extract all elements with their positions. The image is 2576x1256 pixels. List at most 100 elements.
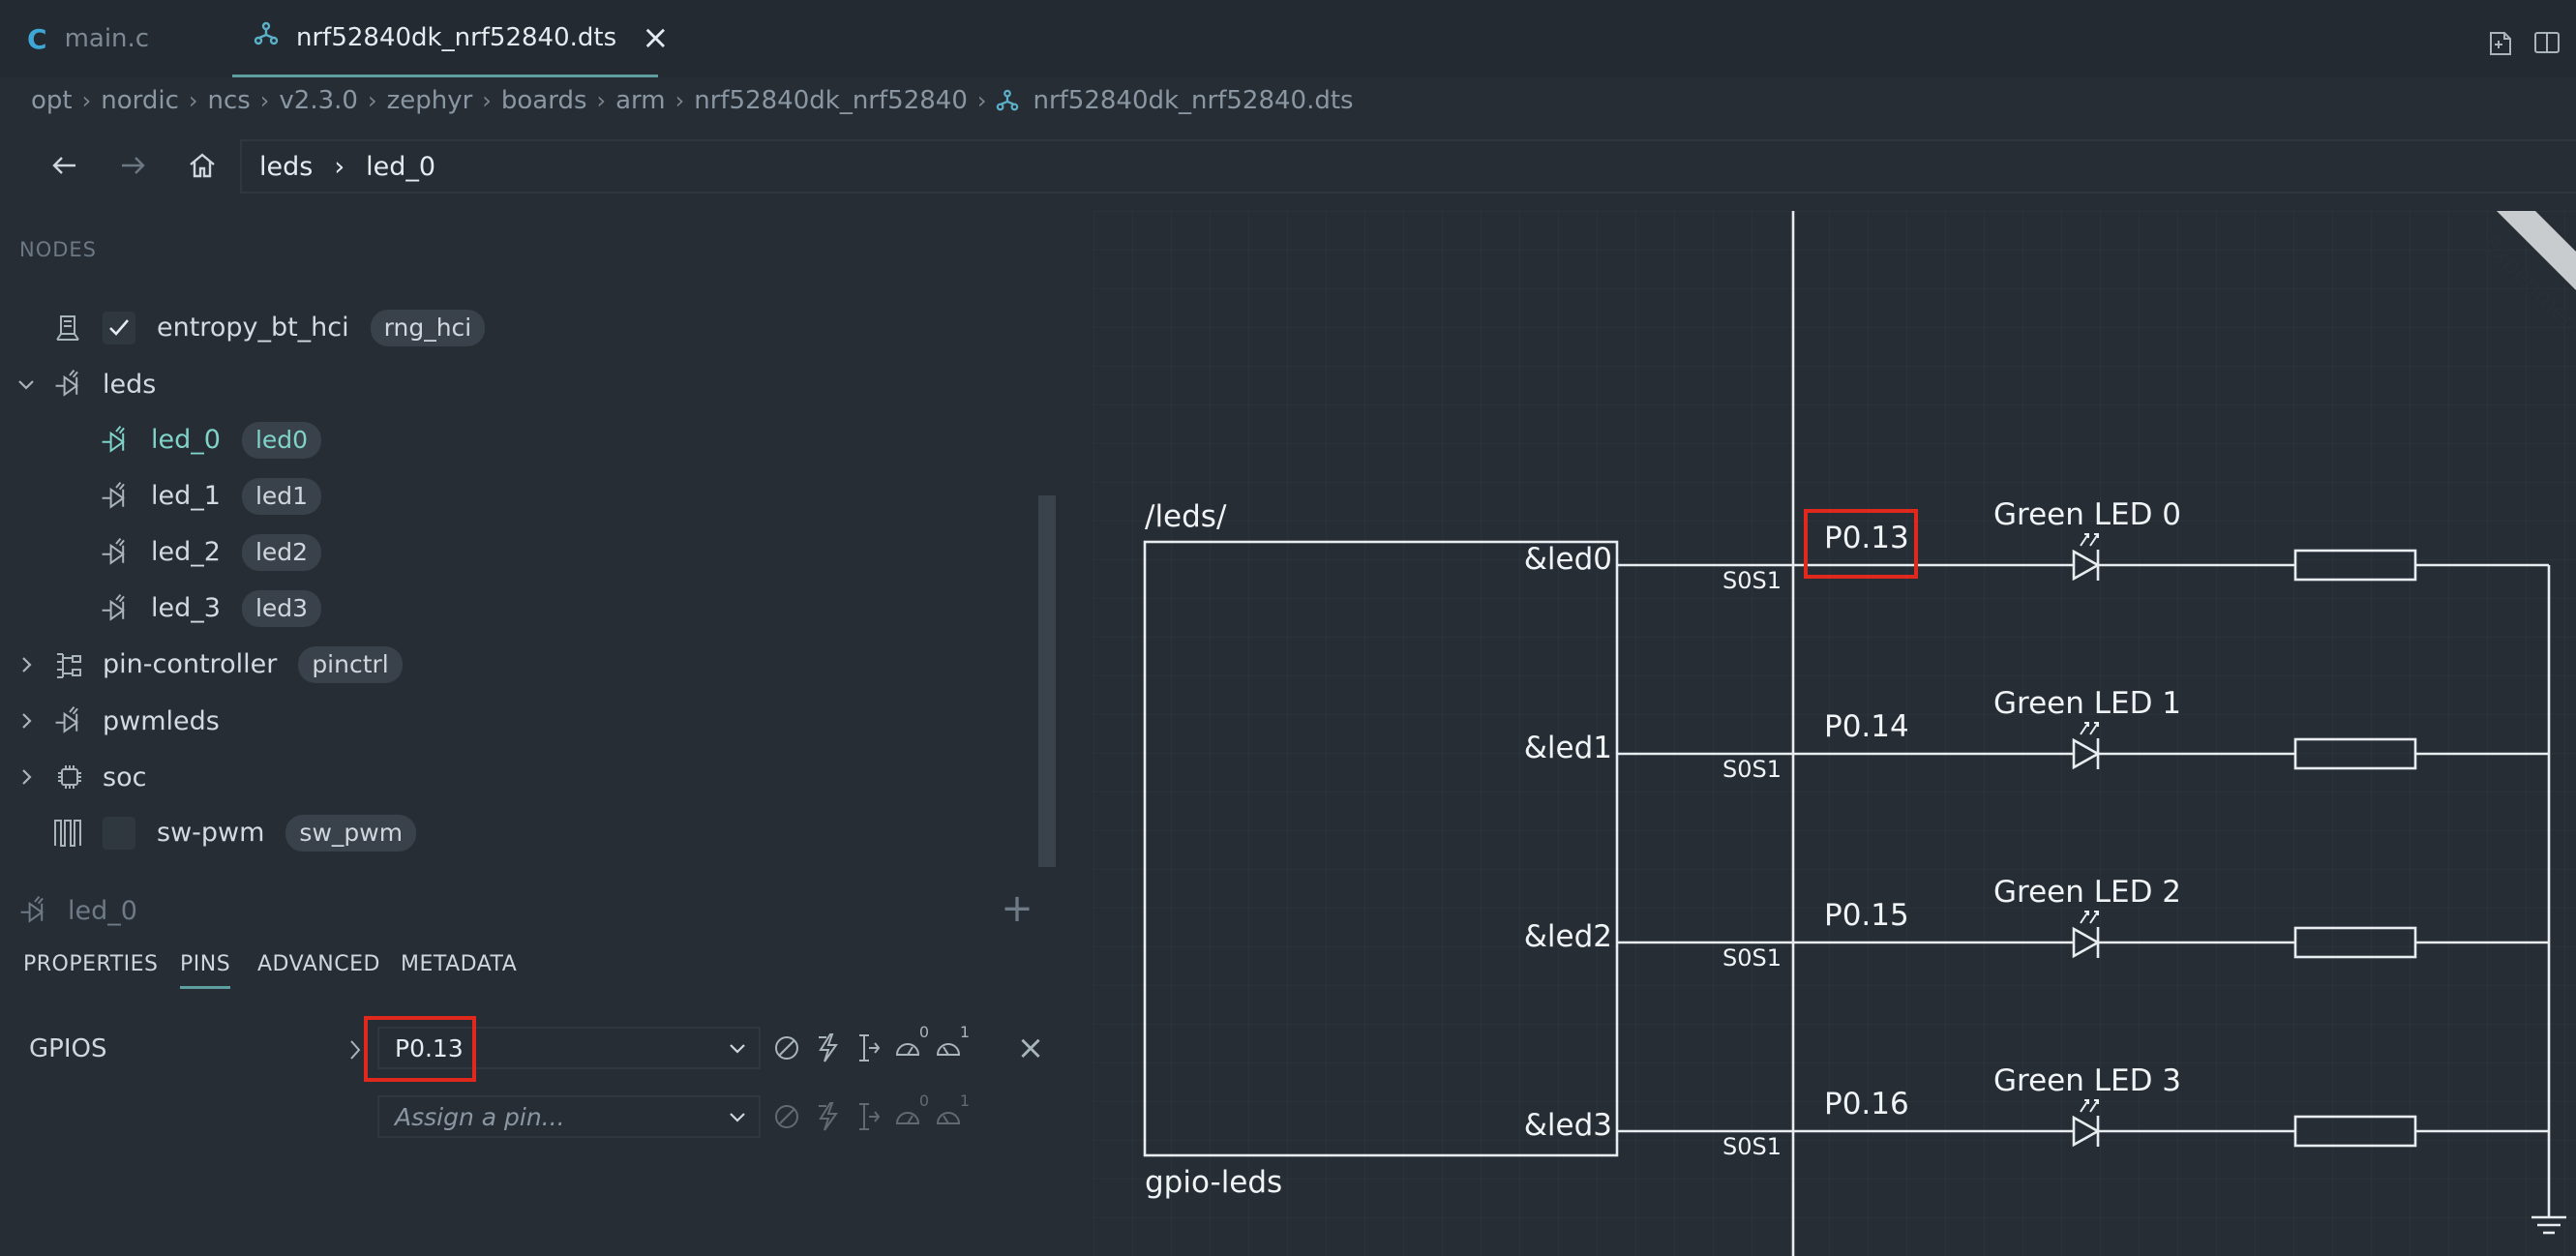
- node-enable-checkbox[interactable]: [103, 312, 135, 344]
- connector-label: S0S1: [1722, 567, 1782, 594]
- compatible-label: gpio-leds: [1145, 1165, 1283, 1200]
- node-label: soc: [103, 762, 147, 792]
- pin-label: P0.15: [1824, 898, 1909, 933]
- tab-dts-file[interactable]: nrf52840dk_nrf52840.dts ×: [232, 0, 670, 77]
- node-label: entropy_bt_hci: [157, 313, 349, 343]
- connector-label: S0S1: [1722, 944, 1782, 972]
- remove-pin-icon[interactable]: ×: [1014, 1029, 1047, 1067]
- chip-icon: [50, 758, 89, 796]
- open-source-icon[interactable]: [2485, 27, 2516, 62]
- tree-node-led-0[interactable]: led_0 led0: [0, 418, 1026, 463]
- disable-icon: [770, 1097, 803, 1136]
- chevron-right-icon: ›: [334, 151, 345, 182]
- led-icon: [50, 702, 89, 740]
- breadcrumb-item[interactable]: arm: [615, 86, 666, 115]
- pull-up-flag-sup: 1: [959, 1023, 970, 1041]
- light-emission-arrows: [2080, 722, 2099, 735]
- chevron-right-icon: ›: [259, 87, 270, 114]
- chevron-right-icon: ›: [674, 87, 685, 114]
- node-label-badge: led3: [241, 590, 322, 627]
- disable-icon[interactable]: [770, 1029, 803, 1067]
- tab-label: nrf52840dk_nrf52840.dts: [296, 22, 617, 52]
- tree-node-led-3[interactable]: led_3 led3: [0, 586, 1026, 631]
- node-label-badge: led1: [241, 478, 322, 515]
- led-icon: [17, 893, 52, 928]
- led-name-label: Green LED 3: [1992, 1063, 2182, 1098]
- tab-pins[interactable]: PINS: [180, 952, 231, 989]
- drive-strength-icon[interactable]: [811, 1029, 844, 1067]
- led-diode-symbol: [2072, 926, 2101, 959]
- tree-node-leds[interactable]: leds: [0, 362, 1026, 406]
- led-diode-symbol: [2072, 737, 2101, 770]
- tab-properties[interactable]: PROPERTIES: [23, 952, 159, 976]
- resistor-symbol: [2293, 926, 2417, 959]
- node-ref-label: &led3: [1523, 1108, 1612, 1143]
- arrow-left-icon: [52, 157, 75, 174]
- led-diode-symbol: [2072, 549, 2101, 582]
- chevron-down-icon[interactable]: [14, 372, 39, 397]
- tab-metadata[interactable]: METADATA: [401, 952, 517, 976]
- chevron-down-icon: [726, 1036, 749, 1065]
- highlight-box: [364, 1016, 476, 1082]
- led-name-label: Green LED 0: [1992, 497, 2182, 532]
- node-label-badge: led2: [241, 534, 322, 571]
- chevron-down-icon: [726, 1105, 749, 1134]
- tree-node-soc[interactable]: soc: [0, 755, 1026, 799]
- pinctrl-icon: [50, 645, 89, 684]
- add-icon[interactable]: +: [1001, 886, 1033, 931]
- node-label-badge: sw_pwm: [285, 815, 417, 852]
- light-emission-arrows: [2080, 911, 2099, 924]
- pull-down-flag-sup: 0: [918, 1092, 929, 1110]
- home-button[interactable]: [172, 135, 232, 195]
- assign-pin-select[interactable]: Assign a pin...: [377, 1095, 761, 1138]
- open-drain-icon: [852, 1097, 884, 1136]
- breadcrumb-item[interactable]: boards: [501, 86, 587, 115]
- chevron-right-icon[interactable]: [14, 708, 39, 733]
- highlight-box: [1804, 509, 1918, 579]
- pull-down-icon[interactable]: 0: [892, 1023, 929, 1067]
- node-path-item[interactable]: led_0: [366, 152, 435, 182]
- pull-up-icon: 1: [933, 1092, 970, 1136]
- chevron-right-icon[interactable]: [14, 764, 39, 790]
- close-icon[interactable]: ×: [642, 18, 670, 57]
- split-editor-icon[interactable]: [2531, 27, 2562, 62]
- breadcrumb-item[interactable]: zephyr: [387, 86, 473, 115]
- node-label: led_1: [151, 481, 221, 511]
- breadcrumb-item[interactable]: opt: [31, 86, 73, 115]
- check-icon: [109, 319, 129, 336]
- pull-up-icon[interactable]: 1: [933, 1023, 970, 1067]
- breadcrumb-item[interactable]: nrf52840dk_nrf52840: [694, 86, 968, 115]
- node-enable-checkbox[interactable]: [103, 817, 135, 850]
- breadcrumb-item[interactable]: ncs: [207, 86, 250, 115]
- resistor-symbol: [2293, 1115, 2417, 1148]
- chevron-right-icon: ›: [596, 87, 607, 114]
- node-label-badge: rng_hci: [370, 310, 486, 346]
- chevron-right-icon[interactable]: [14, 652, 39, 677]
- forward-button[interactable]: [103, 135, 163, 195]
- back-button[interactable]: [35, 135, 95, 195]
- tree-node-led-2[interactable]: led_2 led2: [0, 530, 1026, 575]
- node-path-item[interactable]: leds: [259, 152, 313, 182]
- breadcrumb-item[interactable]: v2.3.0: [279, 86, 358, 115]
- tree-node-led-1[interactable]: led_1 led1: [0, 474, 1026, 519]
- open-drain-icon[interactable]: [852, 1029, 884, 1067]
- tree-node-entropy-bt-hci[interactable]: entropy_bt_hci rng_hci: [0, 306, 1026, 350]
- nodes-scrollbar[interactable]: [1038, 495, 1056, 867]
- tree-node-pin-controller[interactable]: pin-controller pinctrl: [0, 643, 1026, 687]
- chevron-right-icon: ›: [367, 87, 377, 114]
- node-path: leds › led_0: [240, 139, 2576, 194]
- light-emission-arrows: [2080, 533, 2099, 547]
- chevron-right-icon[interactable]: [344, 1037, 366, 1066]
- home-icon: [190, 153, 215, 178]
- node-label: led_3: [151, 593, 221, 623]
- tab-main-c[interactable]: C main.c: [27, 0, 149, 77]
- gpios-label: GPIOS: [29, 1034, 107, 1063]
- tab-advanced[interactable]: ADVANCED: [257, 952, 380, 976]
- tree-node-pwmleds[interactable]: pwmleds: [0, 699, 1026, 743]
- tree-node-sw-pwm[interactable]: sw-pwm sw_pwm: [0, 811, 1026, 855]
- breadcrumb-item[interactable]: nrf52840dk_nrf52840.dts: [1033, 86, 1353, 115]
- breadcrumb-item[interactable]: nordic: [101, 86, 179, 115]
- resistor-symbol: [2293, 549, 2417, 582]
- devicetree-icon: [254, 21, 279, 53]
- arrow-right-icon: [122, 157, 145, 174]
